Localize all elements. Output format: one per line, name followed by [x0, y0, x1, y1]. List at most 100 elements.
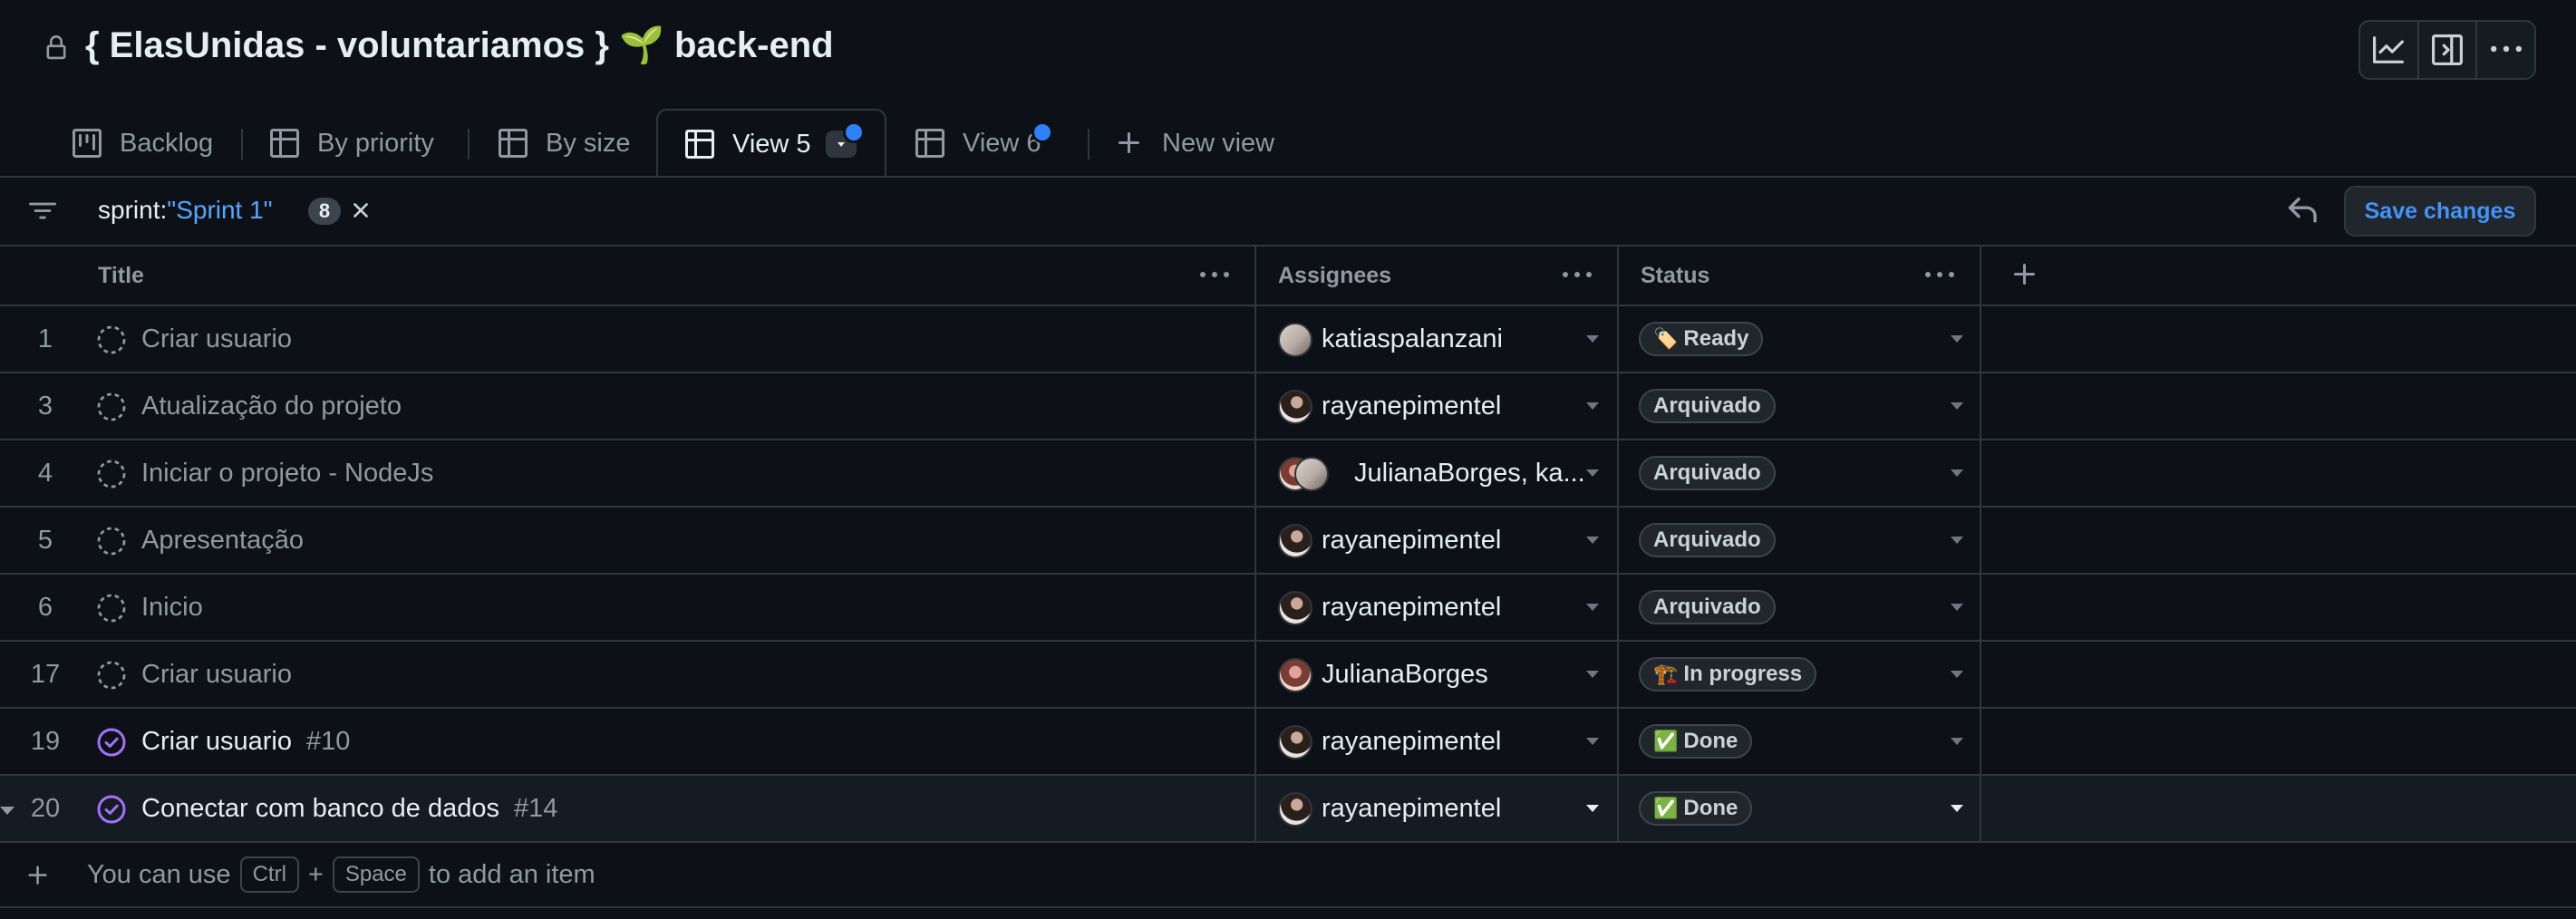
table-row[interactable]: 5 Apresentação rayanepimentel Arquivado [0, 508, 2576, 575]
tab-view-6[interactable]: View 6 [915, 109, 1053, 178]
side-panel-button[interactable] [2419, 22, 2478, 78]
discard-changes-icon[interactable] [2286, 194, 2319, 227]
item-title[interactable]: Criar usuario #10 [141, 709, 350, 774]
plus-icon [1115, 129, 1144, 158]
chevron-down-icon[interactable] [1951, 604, 1963, 611]
table-row[interactable]: 20 Conectar com banco de dados #14 rayane… [0, 776, 2576, 843]
tab-backlog[interactable]: Backlog [73, 109, 213, 178]
assignee-name[interactable]: rayanepimentel [1322, 575, 1501, 640]
status-badge[interactable]: Arquivado [1639, 523, 1776, 557]
status-label: Arquivado [1653, 527, 1761, 552]
table-icon [685, 130, 714, 159]
assignee-name[interactable]: rayanepimentel [1322, 373, 1501, 439]
tab-divider [468, 129, 470, 160]
avatar [1294, 457, 1329, 491]
status-label: Done [1683, 796, 1738, 820]
table-row[interactable]: 19 Criar usuario #10 rayanepimentel ✅ Done [0, 709, 2576, 776]
tab-view-5[interactable]: View 5 [656, 109, 886, 178]
assignee-name[interactable]: rayanepimentel [1322, 709, 1501, 774]
kbd-ctrl: Ctrl [239, 856, 299, 893]
assignee-name[interactable]: JulianaBorges, ka... [1354, 440, 1585, 506]
column-divider[interactable] [1254, 247, 1256, 843]
item-title[interactable]: Apresentação [141, 508, 304, 573]
column-divider[interactable] [1617, 247, 1619, 843]
row-drag-handle-icon[interactable] [0, 807, 15, 815]
chevron-down-icon[interactable] [1951, 335, 1963, 343]
add-item-row[interactable]: You can use Ctrl + Space to add an item [0, 843, 2576, 908]
chevron-down-icon[interactable] [1951, 402, 1963, 410]
item-title[interactable]: Iniciar o projeto - NodeJs [141, 440, 433, 506]
tab-by-priority[interactable]: By priority [270, 109, 434, 178]
status-badge[interactable]: 🏗️ In progress [1639, 657, 1817, 692]
status-emoji: 🏗️ [1653, 663, 1679, 685]
draft-issue-icon [96, 526, 127, 556]
item-title[interactable]: Criar usuario [141, 642, 292, 707]
status-label: Done [1683, 729, 1738, 753]
chevron-down-icon[interactable] [1951, 671, 1963, 678]
column-header-status[interactable]: Status [1641, 247, 1709, 305]
more-options-button[interactable] [2477, 22, 2534, 78]
column-header-title[interactable]: Title [98, 247, 144, 305]
plus-icon[interactable] [25, 863, 51, 888]
column-header-assignees[interactable]: Assignees [1278, 247, 1391, 305]
assignee-name[interactable]: katiaspalanzani [1322, 306, 1503, 372]
chevron-down-icon[interactable] [1586, 738, 1599, 745]
chevron-down-icon[interactable] [1951, 738, 1963, 745]
chevron-down-icon[interactable] [1586, 805, 1599, 812]
table-row[interactable]: 1 Criar usuario katiaspalanzani 🏷️ Ready [0, 306, 2576, 373]
chevron-down-icon[interactable] [1586, 537, 1599, 544]
column-menu-icon[interactable] [1923, 261, 1956, 290]
table-row[interactable]: 6 Inicio rayanepimentel Arquivado [0, 575, 2576, 642]
row-number: 5 [37, 525, 53, 555]
item-title[interactable]: Conectar com banco de dados #14 [141, 776, 557, 841]
item-title[interactable]: Inicio [141, 575, 203, 640]
save-changes-button[interactable]: Save changes [2344, 186, 2536, 237]
assignee-name[interactable]: rayanepimentel [1322, 508, 1501, 573]
status-badge[interactable]: Arquivado [1639, 389, 1776, 423]
table-row[interactable]: 4 Iniciar o projeto - NodeJs JulianaBorg… [0, 440, 2576, 508]
filter-icon[interactable] [27, 198, 58, 225]
table-row[interactable]: 17 Criar usuario JulianaBorges 🏗️ In prog… [0, 642, 2576, 709]
chevron-down-icon[interactable] [1586, 335, 1599, 343]
table-row[interactable]: 3 Atualização do projeto rayanepimentel … [0, 373, 2576, 440]
chevron-down-icon[interactable] [1586, 604, 1599, 611]
tab-label: By priority [317, 128, 434, 158]
chevron-down-icon[interactable] [1951, 537, 1963, 544]
item-title[interactable]: Criar usuario [141, 306, 292, 372]
tab-divider [241, 129, 243, 160]
clear-filter-icon[interactable] [348, 198, 373, 223]
status-badge[interactable]: Arquivado [1639, 456, 1776, 490]
row-number: 6 [37, 592, 53, 622]
add-field-icon[interactable] [2010, 260, 2039, 289]
avatar [1278, 323, 1312, 357]
status-badge[interactable]: Arquivado [1639, 590, 1776, 624]
chevron-down-icon[interactable] [1951, 469, 1963, 477]
hint-suffix: to add an item [428, 859, 596, 889]
tab-label: By size [546, 128, 631, 158]
tab-by-size[interactable]: By size [499, 109, 630, 178]
new-view-button[interactable]: New view [1115, 109, 1274, 178]
status-label: Arquivado [1653, 595, 1761, 619]
assignee-name[interactable]: rayanepimentel [1322, 776, 1501, 841]
assignee-name[interactable]: JulianaBorges [1322, 642, 1488, 707]
chevron-down-icon[interactable] [1586, 469, 1599, 477]
avatar [1278, 792, 1312, 827]
table-icon [499, 129, 528, 158]
tab-label: Backlog [120, 128, 214, 158]
column-menu-icon[interactable] [1198, 261, 1231, 290]
chevron-down-icon[interactable] [1586, 671, 1599, 678]
lock-icon [44, 34, 69, 62]
chevron-down-icon[interactable] [1586, 402, 1599, 410]
draft-issue-icon [96, 660, 127, 691]
column-menu-icon[interactable] [1561, 261, 1593, 290]
status-badge[interactable]: ✅ Done [1639, 724, 1753, 759]
avatar [1278, 524, 1312, 558]
project-title[interactable]: { ElasUnidas - voluntariamos } 🌱 back-en… [85, 24, 834, 66]
status-badge[interactable]: 🏷️ Ready [1639, 322, 1764, 356]
column-divider[interactable] [1980, 247, 1981, 843]
filter-input[interactable]: sprint:"Sprint 1" [98, 196, 273, 225]
insights-button[interactable] [2360, 22, 2419, 78]
chevron-down-icon[interactable] [1951, 805, 1963, 812]
status-badge[interactable]: ✅ Done [1639, 791, 1753, 826]
item-title[interactable]: Atualização do projeto [141, 373, 402, 439]
